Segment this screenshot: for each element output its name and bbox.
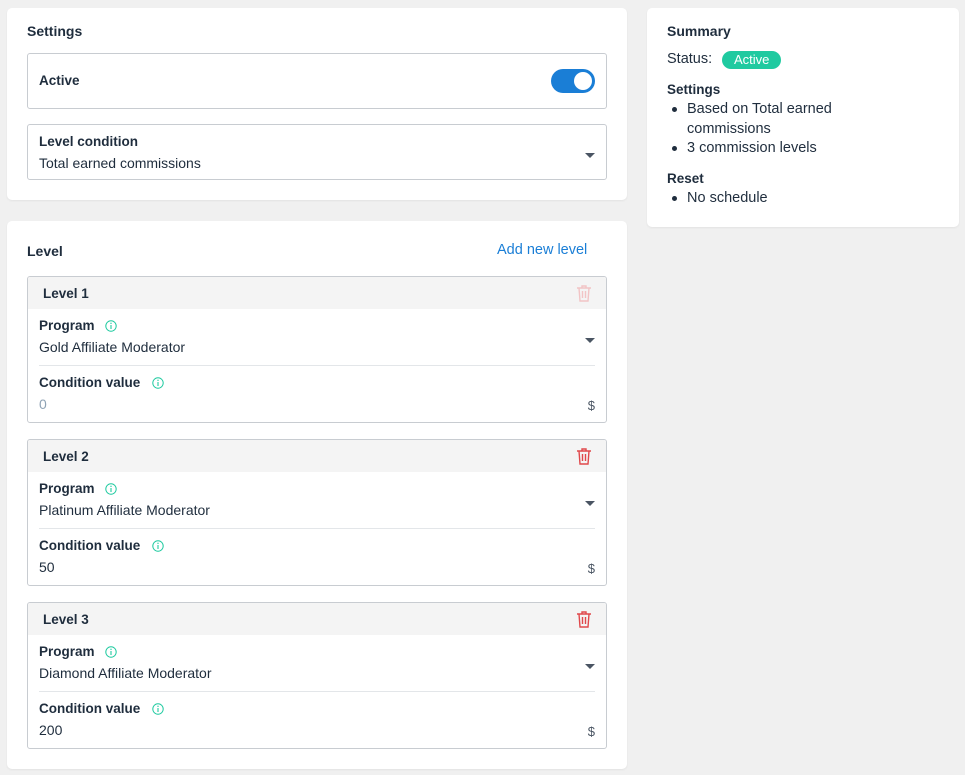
summary-settings-heading: Settings bbox=[667, 82, 721, 97]
summary-reset-item: No schedule bbox=[687, 190, 768, 206]
levels-card: Level Add new level Level 1 Program Gold… bbox=[7, 221, 627, 769]
level-header: Level 3 bbox=[28, 603, 606, 635]
level-condition-select[interactable]: Level condition Total earned commissions bbox=[27, 124, 607, 180]
summary-card: Summary Status: Active Settings Based on… bbox=[647, 8, 959, 227]
active-label: Active bbox=[39, 73, 80, 88]
active-toggle[interactable] bbox=[551, 69, 595, 93]
divider bbox=[39, 528, 595, 529]
condition-label: Condition value bbox=[39, 538, 141, 553]
trash-icon[interactable] bbox=[576, 284, 592, 302]
trash-icon[interactable] bbox=[576, 447, 592, 465]
bullet bbox=[672, 146, 677, 151]
info-icon bbox=[105, 320, 117, 332]
chevron-down-icon bbox=[585, 153, 595, 158]
info-icon bbox=[152, 540, 164, 552]
divider bbox=[39, 365, 595, 366]
info-icon bbox=[152, 703, 164, 715]
condition-label: Condition value bbox=[39, 701, 141, 716]
level-condition-value: Total earned commissions bbox=[39, 155, 201, 171]
condition-label: Condition value bbox=[39, 375, 141, 390]
status-label: Status: bbox=[667, 51, 713, 67]
currency-symbol: $ bbox=[587, 724, 595, 739]
program-value[interactable]: Platinum Affiliate Moderator bbox=[39, 502, 210, 518]
add-new-level-link[interactable]: Add new level bbox=[497, 242, 587, 258]
level-item: Level 2 Program Platinum Affiliate Moder… bbox=[27, 439, 607, 586]
info-icon bbox=[105, 646, 117, 658]
divider bbox=[39, 691, 595, 692]
chevron-down-icon[interactable] bbox=[585, 338, 595, 343]
condition-value-input[interactable]: 0 bbox=[39, 396, 47, 412]
program-label: Program bbox=[39, 644, 95, 659]
program-value[interactable]: Gold Affiliate Moderator bbox=[39, 339, 185, 355]
level-condition-label: Level condition bbox=[39, 134, 139, 149]
bullet bbox=[672, 196, 677, 201]
settings-card: Settings Active Level condition Total ea… bbox=[7, 8, 627, 200]
summary-settings-item-cont: commissions bbox=[687, 121, 771, 137]
condition-value-input[interactable]: 50 bbox=[39, 559, 55, 575]
currency-symbol: $ bbox=[587, 561, 595, 576]
summary-title: Summary bbox=[667, 23, 731, 39]
summary-reset-heading: Reset bbox=[667, 171, 704, 186]
level-title: Level 1 bbox=[43, 286, 89, 301]
level-header: Level 1 bbox=[28, 277, 606, 309]
program-value[interactable]: Diamond Affiliate Moderator bbox=[39, 665, 212, 681]
condition-value-input[interactable]: 200 bbox=[39, 722, 62, 738]
info-icon bbox=[105, 483, 117, 495]
program-label: Program bbox=[39, 318, 95, 333]
bullet bbox=[672, 107, 677, 112]
info-icon bbox=[152, 377, 164, 389]
level-title: Level 2 bbox=[43, 449, 89, 464]
level-item: Level 1 Program Gold Affiliate Moderator… bbox=[27, 276, 607, 423]
summary-settings-item: 3 commission levels bbox=[687, 140, 817, 156]
level-header: Level 2 bbox=[28, 440, 606, 472]
chevron-down-icon[interactable] bbox=[585, 664, 595, 669]
settings-title: Settings bbox=[27, 23, 83, 39]
summary-settings-item: Based on Total earned bbox=[687, 101, 832, 117]
level-title: Level 3 bbox=[43, 612, 89, 627]
status-badge: Active bbox=[722, 51, 782, 69]
chevron-down-icon[interactable] bbox=[585, 501, 595, 506]
level-item: Level 3 Program Diamond Affiliate Modera… bbox=[27, 602, 607, 749]
toggle-knob bbox=[574, 72, 592, 90]
levels-title: Level bbox=[27, 243, 63, 259]
program-label: Program bbox=[39, 481, 95, 496]
active-field: Active bbox=[27, 53, 607, 109]
currency-symbol: $ bbox=[587, 398, 595, 413]
trash-icon[interactable] bbox=[576, 610, 592, 628]
